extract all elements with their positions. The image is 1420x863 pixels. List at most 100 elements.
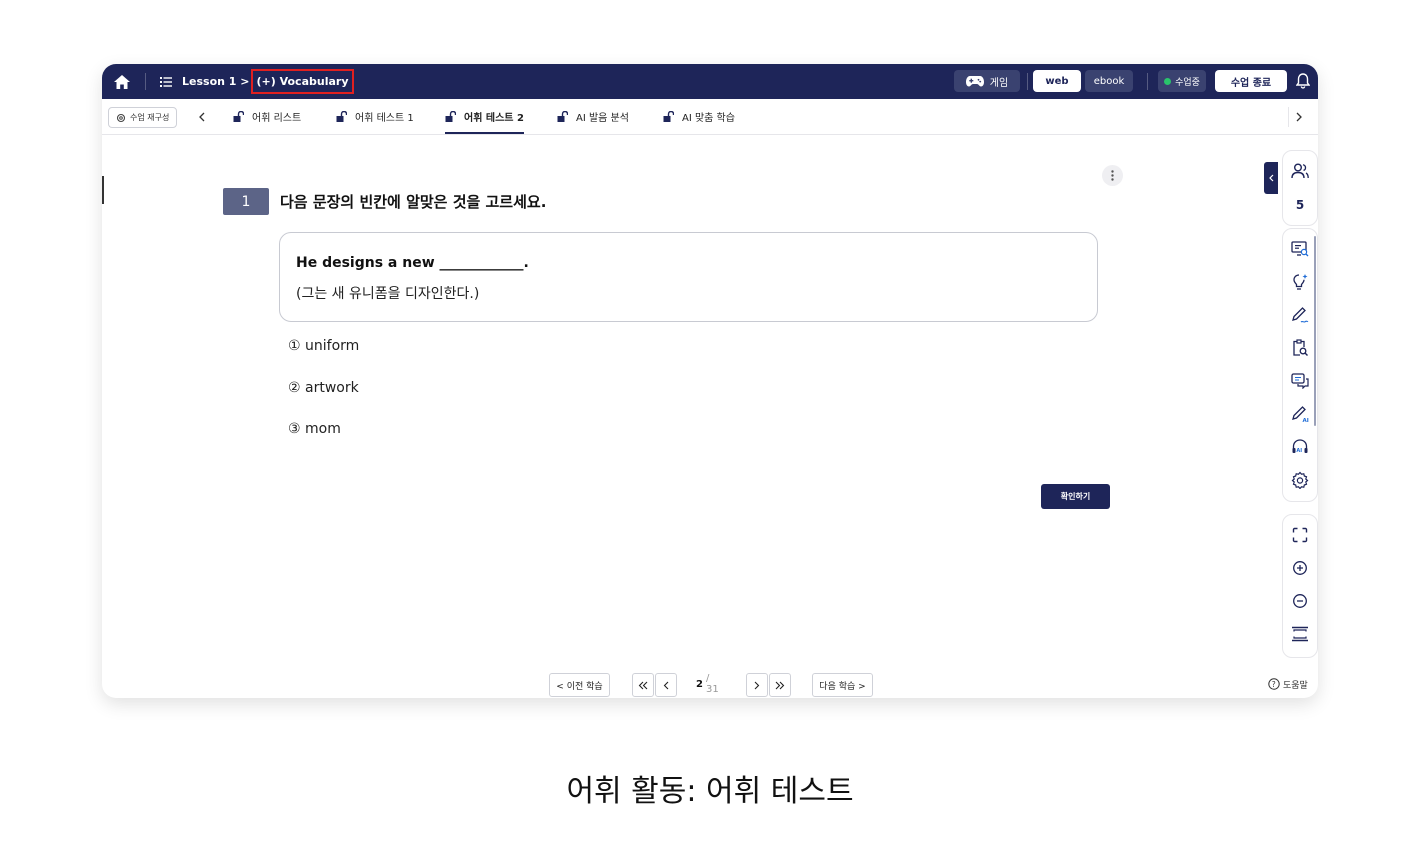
users-icon [1291,163,1309,179]
gamepad-icon [965,76,984,87]
next-page-button[interactable] [746,673,768,697]
zoom-out-icon [1293,594,1307,608]
more-vertical-icon [1111,170,1114,181]
tab-vocab-test-2[interactable]: 어휘 테스트 2 [445,99,524,134]
chevron-left-icon [199,112,205,122]
tab-label: 어휘 리스트 [252,113,302,124]
home-icon [114,74,130,89]
ebook-button[interactable]: ebook [1085,70,1133,92]
current-page: 2 [696,678,703,690]
divider [1027,73,1028,90]
left-edge-handle[interactable] [102,176,104,204]
ai-headset-icon: AI [1292,439,1308,454]
reset-class-button[interactable]: 수업 재구성 [108,107,178,128]
option-1[interactable]: ① uniform [288,338,359,354]
tab-label: 어휘 테스트 1 [355,113,414,124]
sentence-box: He designs a new ____________. (그는 새 유니폼… [279,232,1098,322]
users-button[interactable] [1283,159,1317,183]
home-button[interactable] [102,64,142,99]
option-text: uniform [305,338,360,354]
chat-button[interactable] [1283,369,1317,393]
notification-button[interactable] [1292,70,1314,92]
page-indicator: 2 / 31 [696,673,719,695]
screen-search-icon [1291,241,1309,257]
sidebar-collapse-button[interactable] [1264,162,1278,194]
svg-text:?: ? [1272,680,1276,689]
participants-panel: 5 [1282,150,1318,226]
end-class-button[interactable]: 수업 종료 [1215,70,1287,92]
option-marker: ① [288,338,301,354]
zoom-in-button[interactable] [1283,556,1317,580]
option-text: mom [305,421,341,437]
tab-label: 어휘 테스트 2 [464,113,524,124]
option-marker: ② [288,380,301,396]
tabs-prev-button[interactable] [192,107,212,127]
live-status-badge: 수업중 [1158,70,1206,92]
web-button[interactable]: web [1033,70,1081,92]
clipboard-search-button[interactable] [1283,336,1317,360]
settings-icon [1291,471,1309,489]
total-pages: / 31 [705,673,719,695]
help-icon: ? [1268,678,1280,690]
sidebar-scrollbar[interactable] [1314,236,1316,426]
divider [145,73,146,90]
ai-pen-icon: AI [1292,406,1309,423]
game-button[interactable]: 게임 [954,70,1020,92]
confirm-button[interactable]: 확인하기 [1041,484,1110,509]
live-dot-icon [1164,77,1172,85]
participant-count: 5 [1283,193,1317,217]
chevron-left-icon [1268,174,1273,182]
screen-search-button[interactable] [1283,237,1317,261]
pen-button[interactable] [1283,303,1317,327]
unlock-icon [233,111,244,122]
unlock-icon [663,111,674,122]
list-menu-button[interactable] [160,76,172,87]
settings-button[interactable] [1283,468,1317,492]
tools-panel: AI AI [1282,228,1318,502]
tab-label: AI 발음 분석 [576,113,629,124]
tab-ai-custom-learning[interactable]: AI 맞춤 학습 [663,99,735,134]
question-instruction: 다음 문장의 빈칸에 알맞은 것을 고르세요. [280,193,547,211]
ai-headset-button[interactable]: AI [1283,435,1317,459]
option-2[interactable]: ② artwork [288,380,359,396]
bell-icon [1296,73,1310,89]
participant-count-value: 5 [1295,198,1305,212]
prev-page-button[interactable] [655,673,677,697]
fullscreen-button[interactable] [1283,523,1317,547]
tabs-next-button[interactable] [1288,107,1309,127]
tab-ai-pronunciation[interactable]: AI 발음 분석 [557,99,629,134]
list-icon [160,76,172,87]
help-button[interactable]: ? 도움말 [1268,675,1316,693]
top-bar: Lesson 1 > (+) Vocabulary 게임 web ebook 수… [102,64,1318,99]
unlock-icon [445,111,456,122]
tab-label: AI 맞춤 학습 [682,113,735,124]
last-page-button[interactable] [769,673,791,697]
idea-button[interactable] [1283,270,1317,294]
ai-pen-button[interactable]: AI [1283,402,1317,426]
game-label: 게임 [989,77,1009,89]
help-label: 도움말 [1283,680,1308,691]
breadcrumb: Lesson 1 > (+) Vocabulary [160,64,354,99]
fit-height-icon [1292,626,1308,642]
zoom-out-button[interactable] [1283,589,1317,613]
unlock-icon [336,111,347,122]
option-3[interactable]: ③ mom [288,421,341,437]
first-page-button[interactable] [632,673,654,697]
breadcrumb-lesson[interactable]: Lesson 1 > [182,75,249,88]
tab-vocab-list[interactable]: 어휘 리스트 [233,99,301,134]
fit-height-button[interactable] [1283,622,1317,646]
chat-icon [1291,373,1309,389]
option-text: artwork [305,380,359,396]
zoom-in-icon [1293,561,1307,575]
tab-vocab-test-1[interactable]: 어휘 테스트 1 [336,99,414,134]
right-sidebar: 5 AI AI [1282,150,1318,658]
next-lesson-button[interactable]: 다음 학습 > [812,673,873,697]
prev-lesson-button[interactable]: < 이전 학습 [549,673,610,697]
svg-text:AI: AI [1296,448,1302,454]
more-options-button[interactable] [1102,165,1123,186]
gear-icon [116,113,126,122]
divider [1147,73,1148,90]
question-number: 1 [223,188,269,215]
view-controls-panel [1282,514,1318,658]
lightbulb-icon [1293,274,1308,290]
